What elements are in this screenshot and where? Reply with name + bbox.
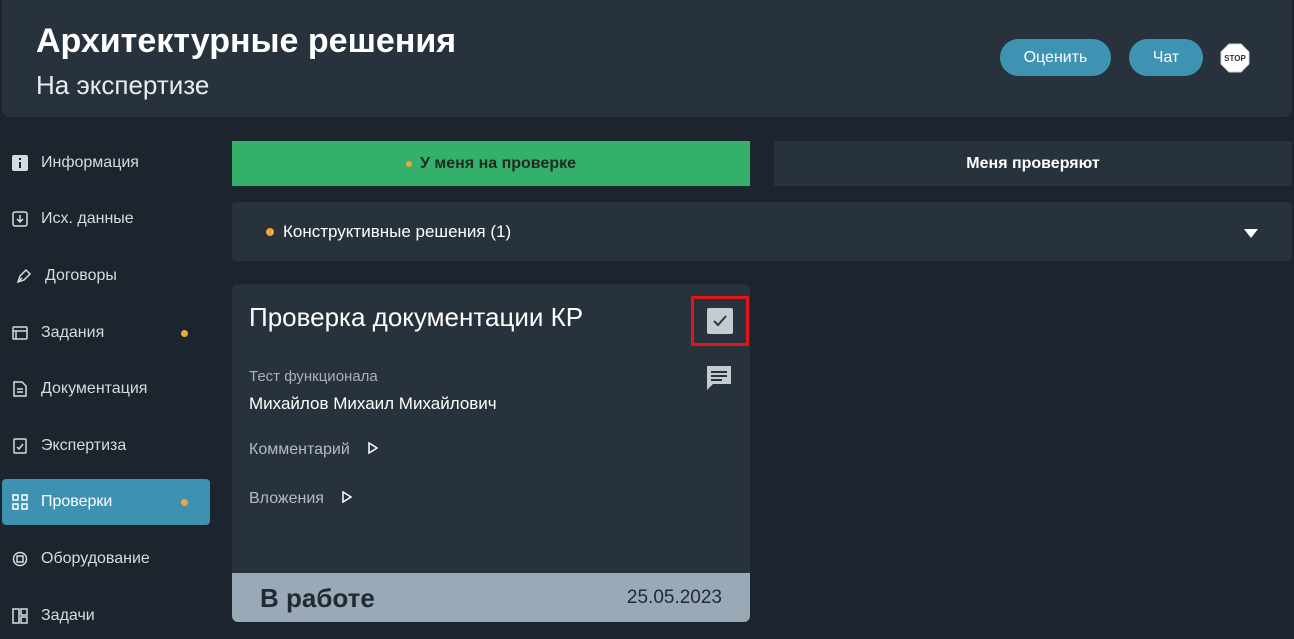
chat-button[interactable]: Чат [1129,39,1203,76]
sidebar-item-expertise[interactable]: Экспертиза [2,423,210,469]
expertise-icon [11,437,29,455]
card-footer: В работе 25.05.2023 [232,573,750,622]
attachments-toggle[interactable]: Вложения [249,490,353,508]
sidebar-item-label: Исх. данные [41,210,134,227]
page-subtitle: На экспертизе [36,70,210,100]
comment-bubble-icon[interactable] [705,364,733,397]
sidebar-item-label: Документация [41,380,148,397]
tab-checking-me[interactable]: Меня проверяют [774,141,1292,186]
chip-icon [11,550,29,568]
check-card: Проверка документации КР Тест функционал… [232,284,750,622]
tab-my-checks[interactable]: У меня на проверке [232,141,750,186]
card-date: 25.05.2023 [626,587,722,608]
attachments-label: Вложения [249,490,324,507]
document-icon [11,380,29,398]
sidebar-item-tasks[interactable]: Задачи [2,593,210,639]
page-title: Архитектурные решения [36,22,457,60]
notification-dot [406,160,412,167]
sidebar-item-label: Проверки [41,493,113,510]
tasks-window-icon [11,324,29,342]
grid-icon [11,493,29,511]
card-title: Проверка документации КР [249,302,584,332]
notification-dot [181,499,188,506]
rate-button[interactable]: Оценить [1000,39,1111,76]
sidebar-item-label: Задания [41,324,105,341]
approve-checkbox-highlight[interactable] [691,296,749,346]
tab-label: Меня проверяют [966,154,1100,172]
info-icon [11,154,29,172]
sidebar-item-equipment[interactable]: Оборудование [2,536,210,582]
notification-dot [266,227,274,236]
sidebar-item-label: Договоры [45,267,117,284]
notification-dot [181,330,188,337]
sidebar-item-info[interactable]: Информация [2,140,210,186]
sidebar-item-checks[interactable]: Проверки [2,479,210,525]
page-header: Архитектурные решения На экспертизе Оцен… [2,0,1292,117]
sidebar-item-label: Задачи [41,607,95,624]
chevron-down-icon[interactable] [1244,226,1258,244]
card-subtitle: Тест функционала [249,368,378,385]
download-icon [11,210,29,228]
sidebar-item-documentation[interactable]: Документация [2,366,210,412]
sidebar-item-label: Оборудование [41,550,150,567]
checkbox-check-icon[interactable] [707,308,733,334]
layout-icon [11,607,29,625]
tab-label: У меня на проверке [420,154,576,172]
stop-icon[interactable]: STOP [1220,43,1250,73]
sidebar-item-source-data[interactable]: Исх. данные [2,196,210,242]
sidebar-item-label: Экспертиза [41,437,127,454]
status-badge: В работе [260,583,375,613]
card-person: Михайлов Михаил Михайлович [249,394,497,413]
sidebar-item-assignments[interactable]: Задания [2,310,210,356]
stop-label: STOP [1224,53,1246,63]
play-arrow-icon[interactable] [368,441,379,459]
comment-toggle[interactable]: Комментарий [249,441,379,459]
play-arrow-icon[interactable] [342,490,353,508]
group-accordion[interactable]: Конструктивные решения (1) [232,202,1292,261]
comment-label: Комментарий [249,441,350,458]
sidebar-item-label: Информация [41,154,139,171]
group-label: Конструктивные решения (1) [283,221,512,241]
pen-icon [15,267,33,285]
sidebar-item-contracts[interactable]: Договоры [2,253,210,299]
